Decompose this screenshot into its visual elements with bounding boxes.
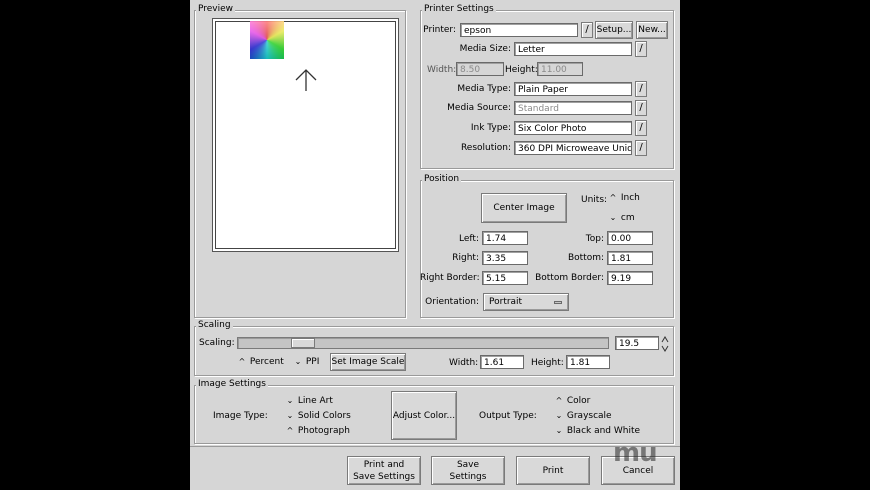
height-label: Height: [505,65,538,75]
bottom-border-field[interactable]: 9.19 [607,271,653,285]
separator [190,446,680,447]
orientation-select[interactable]: Portrait [483,293,569,311]
media-size-label: Media Size: [459,44,511,54]
media-type-label: Media Type: [457,84,511,94]
left-label: Left: [459,234,479,244]
radio-selected-icon: ^ [238,357,246,366]
radio-selected-icon: ^ [555,396,563,405]
resolution-field[interactable]: 360 DPI Microweave Unidir [514,141,632,155]
left-field[interactable]: 1.74 [482,231,528,245]
option-menu-indicator-icon [554,301,562,304]
top-label: Top: [585,234,604,244]
orientation-label: Orientation: [425,297,479,307]
media-source-field[interactable]: Standard [514,101,632,115]
set-image-scale-button[interactable]: Set Image Scale [330,353,406,371]
solid-colors-radio[interactable]: ⌄ Solid Colors [285,409,351,423]
center-image-button[interactable]: Center Image [481,193,567,223]
resolution-dropdown-button[interactable]: / [635,140,647,156]
radio-selected-icon: ^ [286,426,294,435]
scaling-slider-handle[interactable] [291,338,315,348]
image-thumbnail[interactable] [250,21,284,59]
right-label: Right: [452,253,479,263]
ink-type-field[interactable]: Six Color Photo [514,121,632,135]
units-label: Units: [581,195,608,205]
right-border-label: Right Border: [420,273,480,283]
scaling-value-field[interactable]: 19.5 [615,336,659,350]
radio-unselected-icon: ⌄ [286,411,294,420]
photograph-radio[interactable]: ^ Photograph [285,424,350,438]
preview-canvas[interactable] [212,18,399,252]
spin-arrows-icon[interactable] [660,335,670,353]
media-type-dropdown-button[interactable]: / [635,81,647,97]
media-type-field[interactable]: Plain Paper [514,82,632,96]
radio-unselected-icon: ⌄ [286,396,294,405]
media-source-dropdown-button[interactable]: / [635,100,647,116]
radio-unselected-icon: ⌄ [555,411,563,420]
media-source-label: Media Source: [447,103,511,113]
scaling-label: Scaling: [199,338,235,348]
preview-title: Preview [196,4,236,15]
height-field[interactable]: 11.00 [537,62,583,76]
printer-dropdown-button[interactable]: / [581,22,593,38]
print-and-save-button[interactable]: Print and Save Settings [347,456,421,485]
radio-unselected-icon: ⌄ [609,213,617,222]
watermark-logo: mu [613,438,658,468]
position-title: Position [422,174,462,185]
radio-unselected-icon: ⌄ [294,357,302,366]
print-button[interactable]: Print [516,456,590,485]
ink-type-dropdown-button[interactable]: / [635,120,647,136]
save-settings-button[interactable]: Save Settings [431,456,505,485]
image-settings-title: Image Settings [196,379,268,390]
radio-unselected-icon: ⌄ [555,426,563,435]
bottom-border-label: Bottom Border: [535,273,604,283]
color-radio[interactable]: ^ Color [554,394,591,408]
printer-field[interactable]: epson [460,23,578,37]
setup-button[interactable]: Setup... [595,21,633,39]
line-art-radio[interactable]: ⌄ Line Art [285,394,333,408]
bottom-label: Bottom: [567,253,604,263]
printer-settings-title: Printer Settings [422,4,496,15]
new-button[interactable]: New... [636,21,668,39]
adjust-color-button[interactable]: Adjust Color... [391,391,457,440]
scale-height-label: Height: [531,358,564,368]
width-label: Width: [427,65,457,75]
width-field[interactable]: 8.50 [456,62,504,76]
image-type-label: Image Type: [213,411,268,421]
media-size-field[interactable]: Letter [514,42,632,56]
scale-width-field[interactable]: 1.61 [480,355,524,369]
scale-height-field[interactable]: 1.81 [566,355,610,369]
page-outline [215,21,396,249]
right-field[interactable]: 3.35 [482,251,528,265]
print-dialog: Preview Printer Settings Printer: epson … [190,0,680,490]
grayscale-radio[interactable]: ⌄ Grayscale [554,409,612,423]
media-size-dropdown-button[interactable]: / [635,41,647,57]
ppi-radio[interactable]: ⌄ PPI [293,355,320,369]
printer-label: Printer: [423,25,456,35]
top-field[interactable]: 0.00 [607,231,653,245]
ink-type-label: Ink Type: [470,123,511,133]
scaling-title: Scaling [196,320,233,331]
scaling-slider[interactable] [237,337,609,349]
unit-inch-radio[interactable]: ^ Inch [608,191,640,205]
right-border-field[interactable]: 5.15 [482,271,528,285]
up-arrow-icon [295,69,317,91]
output-type-label: Output Type: [479,411,537,421]
radio-selected-icon: ^ [609,193,617,202]
scale-width-label: Width: [449,358,479,368]
unit-cm-radio[interactable]: ⌄ cm [608,211,635,225]
black-and-white-radio[interactable]: ⌄ Black and White [554,424,640,438]
bottom-field[interactable]: 1.81 [607,251,653,265]
resolution-label: Resolution: [460,143,511,153]
percent-radio[interactable]: ^ Percent [237,355,284,369]
